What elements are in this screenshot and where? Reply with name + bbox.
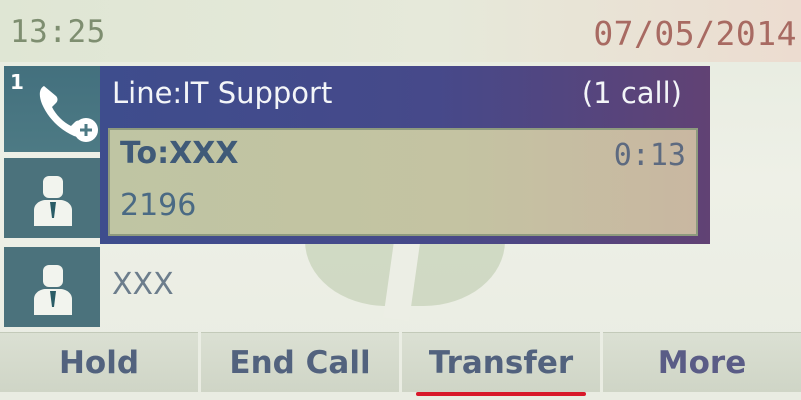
highlight-underline [416,392,586,396]
status-bar: 13:25 07/05/2014 [0,0,801,62]
clock-time: 13:25 [10,14,106,50]
more-softkey[interactable]: More [603,332,801,392]
call-count: (1 call) [581,76,682,110]
call-number: 2196 [120,188,197,223]
phone-handset-icon [39,86,98,142]
line-button-1[interactable]: 1 [4,66,100,152]
softkey-label: End Call [229,344,371,381]
call-destination: To:XXX [120,136,239,171]
end-call-softkey[interactable]: End Call [201,332,399,392]
phone-screen: 13:25 07/05/2014 1 Line:IT Support (1 ca… [0,0,801,400]
softkey-label: Hold [58,344,140,381]
call-duration: 0:13 [613,138,686,173]
person-icon [34,176,72,226]
softkey-label: Transfer [428,344,574,381]
active-call-card[interactable]: To:XXX 0:13 2196 [108,128,698,236]
hold-softkey[interactable]: Hold [0,332,198,392]
line-button-3[interactable] [4,247,100,327]
transfer-softkey[interactable]: Transfer [402,332,600,396]
line-3-name: XXX [112,267,174,302]
line-number: 1 [10,70,24,94]
line-label: Line:IT Support [112,76,333,110]
line-button-2[interactable] [4,158,100,238]
person-icon [34,265,72,315]
softkey-bar: Hold End Call Transfer More [0,332,801,400]
softkey-label: More [657,344,747,381]
clock-date: 07/05/2014 [593,14,797,53]
line-header: Line:IT Support (1 call) [100,66,710,124]
